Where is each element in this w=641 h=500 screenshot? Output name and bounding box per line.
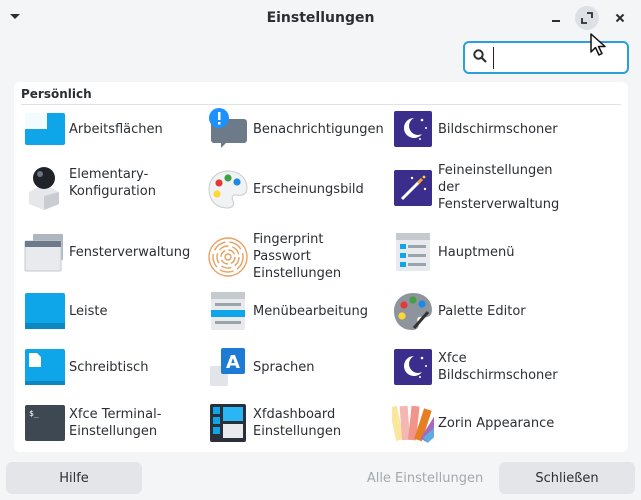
section-divider: [21, 104, 621, 105]
item-label: Xfdashboard Einstellungen: [253, 407, 342, 439]
svg-text:$_: $_: [29, 409, 39, 418]
screensaver-icon: [392, 108, 434, 150]
section-title: Persönlich: [21, 87, 92, 101]
item-label: Erscheinungsbild: [253, 181, 364, 197]
item-bildschirmschoner[interactable]: Bildschirmschoner: [392, 108, 574, 150]
item-zorin-appearance[interactable]: Zorin Appearance: [389, 402, 574, 444]
item-label: Hauptmenü: [438, 244, 515, 260]
terminal-icon: $_: [23, 402, 65, 444]
item-label: Feineinstellungen der Fensterverwaltung: [438, 163, 560, 212]
all-settings-button[interactable]: Alle Einstellungen: [360, 462, 490, 494]
item-label: Sprachen: [253, 359, 315, 375]
language-icon: A: [207, 346, 249, 388]
item-xfdashboard[interactable]: Xfdashboard Einstellungen: [207, 402, 389, 444]
appearance-palette-icon: [207, 168, 249, 210]
item-menuebearbeitung[interactable]: Menübearbeitung: [207, 290, 389, 332]
item-benachrichtigungen[interactable]: Benachrichtigungen: [207, 108, 389, 150]
item-erscheinungsbild[interactable]: Erscheinungsbild: [207, 168, 389, 210]
item-label: Xfce Terminal- Einstellungen: [69, 407, 162, 439]
item-hauptmenue[interactable]: Hauptmenü: [392, 231, 574, 273]
xfce-screensaver-icon: [392, 346, 434, 388]
window-title: Einstellungen: [266, 10, 375, 26]
item-label: Schreibtisch: [69, 359, 149, 375]
item-fensterverwaltung[interactable]: Fensterverwaltung: [23, 231, 205, 273]
item-xfce-terminal[interactable]: $_ Xfce Terminal- Einstellungen: [23, 402, 205, 444]
item-xfce-bildschirmschoner[interactable]: Xfce Bildschirmschoner: [392, 346, 574, 388]
main-menu-icon: [392, 231, 434, 273]
maximize-icon[interactable]: [575, 6, 599, 30]
chevron-down-icon[interactable]: [8, 10, 22, 24]
item-schreibtisch[interactable]: Schreibtisch: [23, 346, 205, 388]
item-label: Bildschirmschoner: [438, 121, 558, 137]
mouse-pointer-icon: [589, 32, 611, 62]
item-label: Fensterverwaltung: [69, 244, 191, 260]
xfdashboard-icon: [207, 402, 249, 444]
item-label: Menübearbeitung: [253, 303, 368, 319]
magic-wand-icon: [392, 167, 434, 209]
item-label: Fingerprint Passwort Einstellungen: [253, 232, 342, 281]
item-label: Leiste: [69, 303, 108, 319]
title-bar: Einstellungen: [0, 0, 641, 36]
close-button[interactable]: Schließen: [499, 462, 635, 494]
search-icon: [473, 48, 487, 67]
zorin-appearance-icon: [389, 402, 445, 444]
item-label: Palette Editor: [438, 303, 526, 319]
panel-icon: [23, 290, 65, 332]
item-label: Benachrichtigungen: [253, 121, 384, 137]
workspaces-icon: [23, 108, 65, 150]
settings-panel: Persönlich Arbeitsflächen Benachrichtigu…: [14, 82, 628, 452]
item-elementary[interactable]: Elementary- Konfiguration: [23, 162, 205, 210]
desktop-icon: [23, 346, 65, 388]
item-feineinstellungen[interactable]: Feineinstellungen der Fensterverwaltung: [392, 162, 574, 213]
minimize-icon[interactable]: [544, 6, 568, 30]
help-button[interactable]: Hilfe: [6, 462, 142, 494]
elementary-icon: [23, 162, 65, 210]
item-label: Xfce Bildschirmschoner: [438, 351, 558, 383]
item-label: Zorin Appearance: [438, 415, 555, 431]
item-label: Arbeitsflächen: [69, 121, 163, 137]
item-palette-editor[interactable]: Palette Editor: [392, 290, 574, 332]
palette-editor-icon: [392, 290, 434, 332]
window-manager-icon: [23, 231, 65, 273]
item-fingerprint[interactable]: Fingerprint Passwort Einstellungen: [207, 231, 389, 282]
item-sprachen[interactable]: A Sprachen: [207, 346, 389, 388]
notifications-icon: [207, 108, 249, 150]
item-label: Elementary- Konfiguration: [69, 167, 156, 199]
item-arbeitsflaechen[interactable]: Arbeitsflächen: [23, 108, 205, 150]
item-leiste[interactable]: Leiste: [23, 290, 205, 332]
svg-text:A: A: [226, 352, 240, 373]
fingerprint-icon: [207, 236, 249, 278]
close-icon[interactable]: [608, 6, 632, 30]
menu-editor-icon: [207, 290, 249, 332]
